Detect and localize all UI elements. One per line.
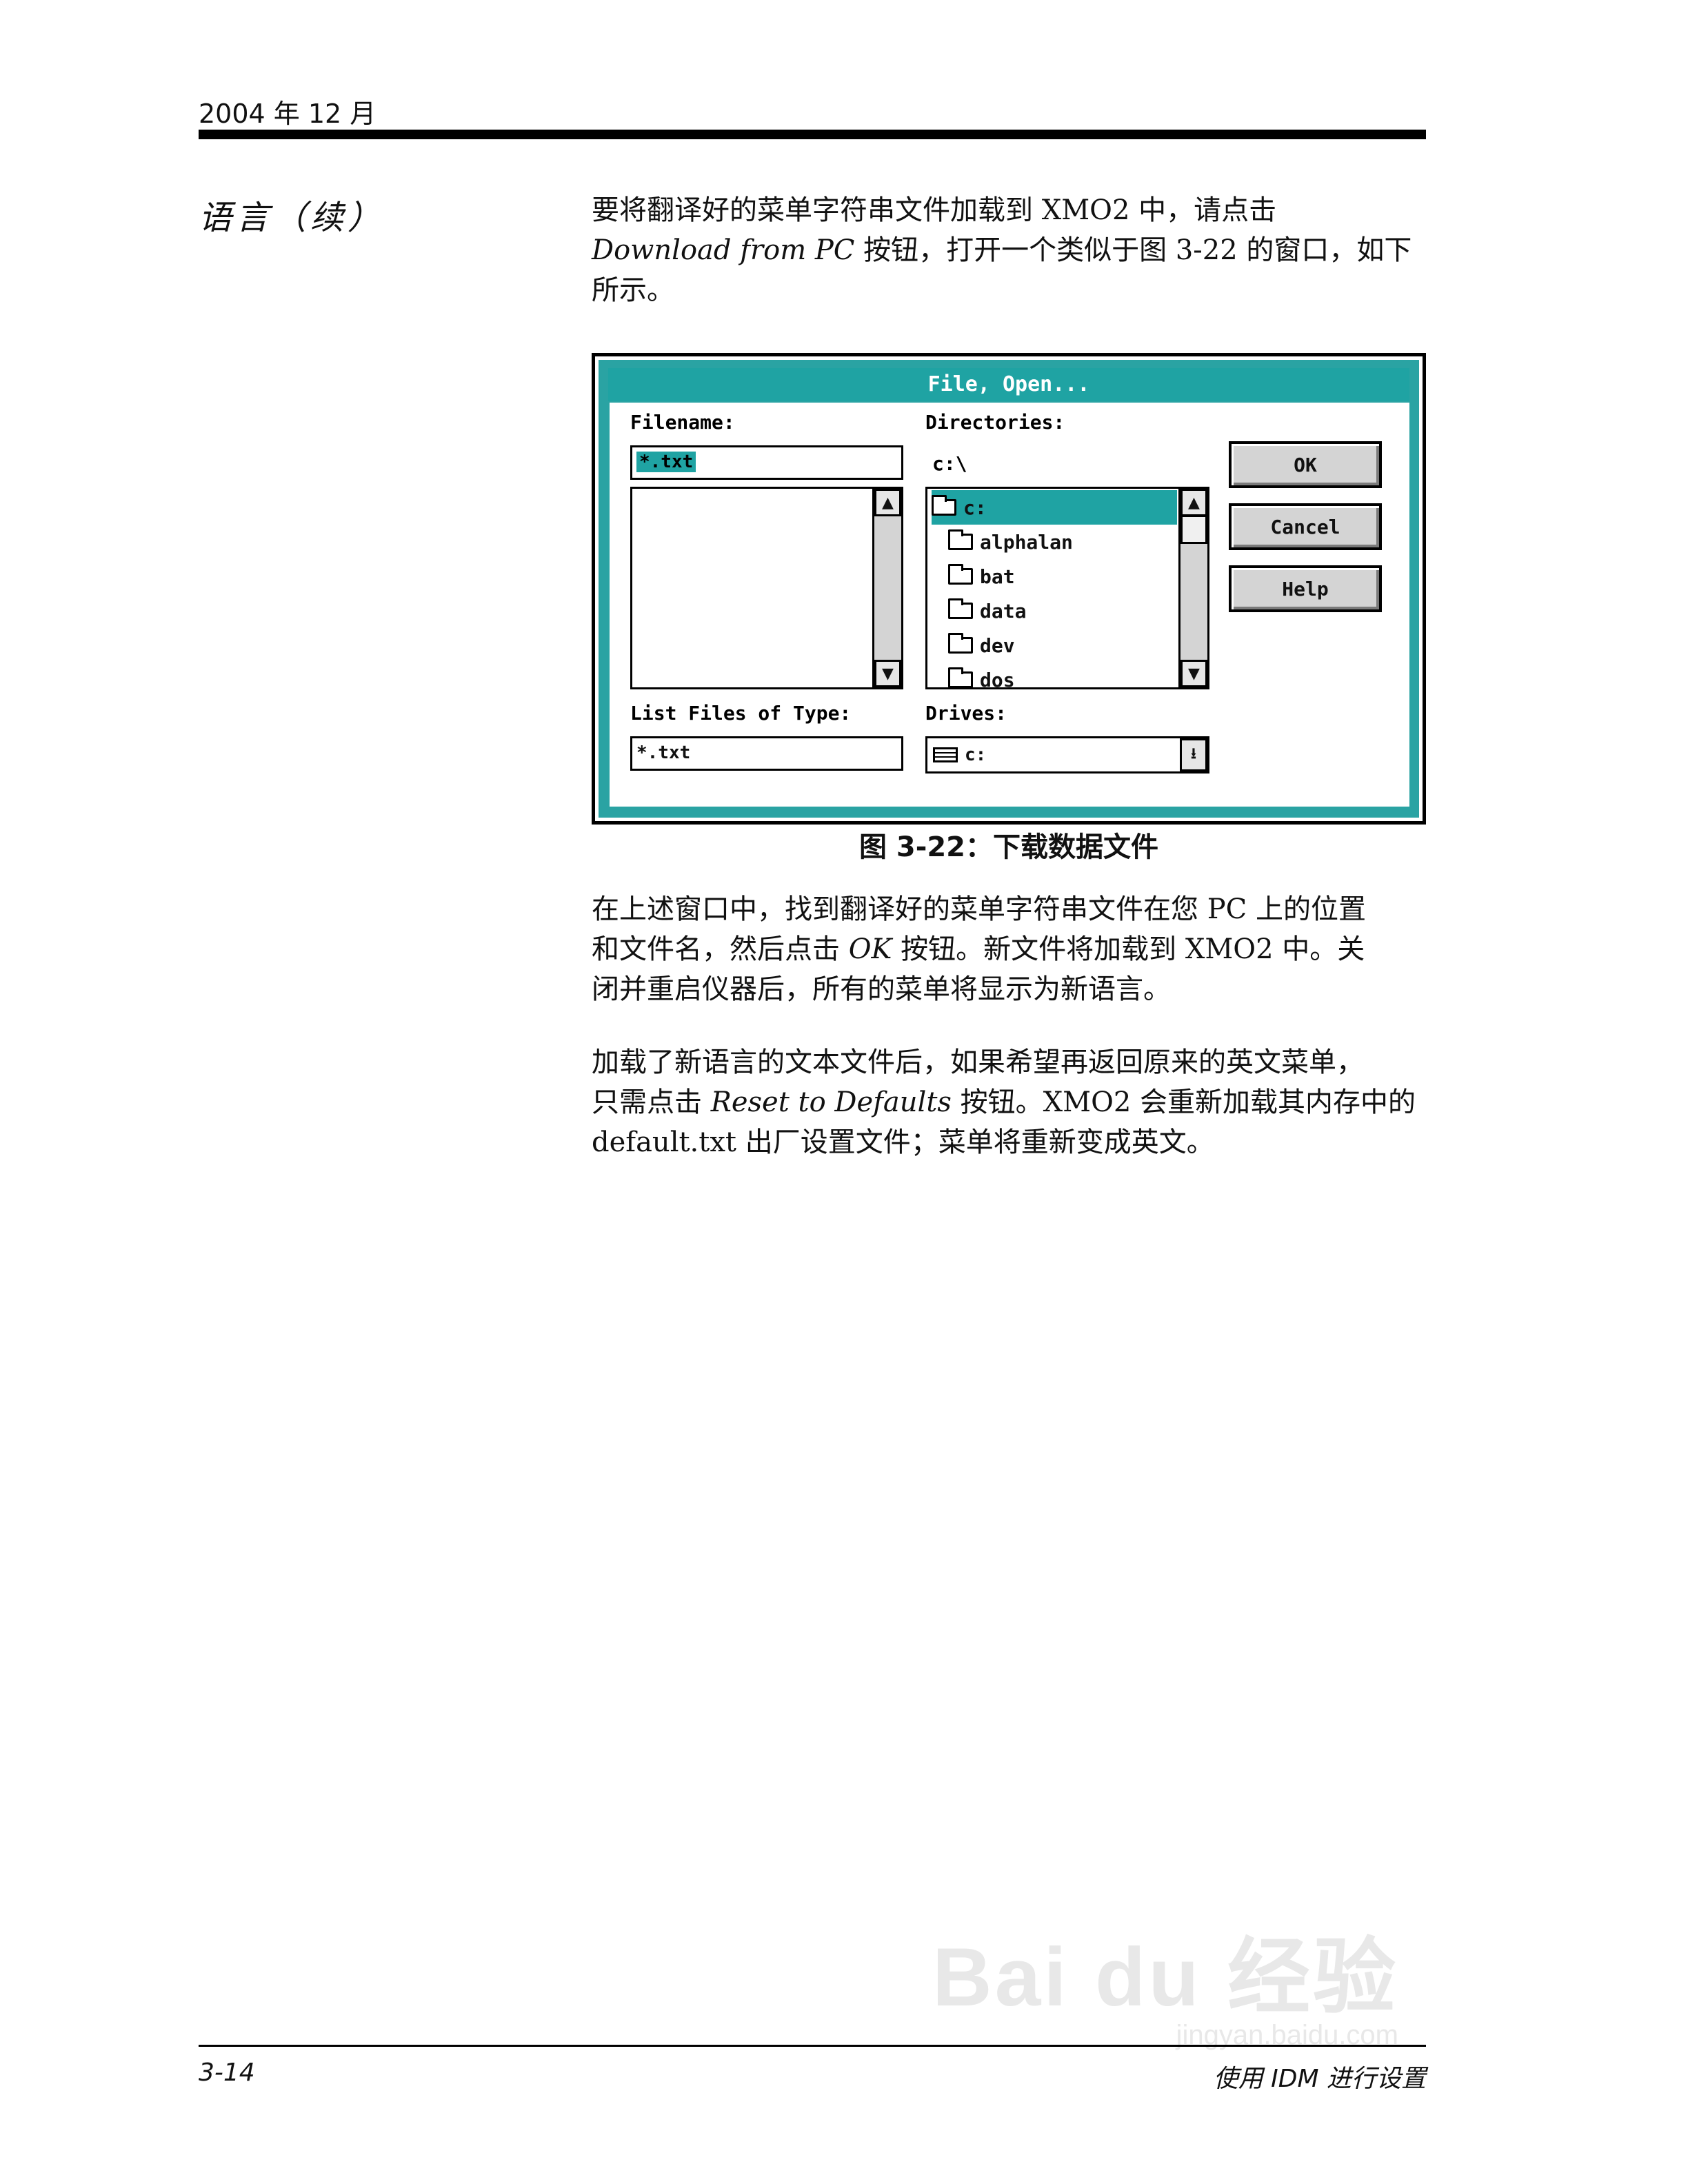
filename-label: Filename: [630,411,735,434]
paragraph-3: 加载了新语言的文本文件后，如果希望再返回原来的英文菜单， 只需点击 Reset … [592,1046,1416,1158]
footer-rule [199,2045,1426,2047]
paragraph-2: 在上述窗口中，找到翻译好的菜单字符串文件在您 PC 上的位置 和文件名，然后点击… [592,893,1366,1005]
filename-field[interactable]: *.txt [630,445,903,480]
file-list[interactable]: ▲ ▼ [630,487,903,689]
dir-item[interactable]: c: [932,490,1177,525]
list-files-type-label: List Files of Type: [630,702,852,725]
dir-item[interactable]: dos [948,663,1015,687]
drive-icon [933,747,958,762]
ok-button[interactable]: OK [1229,441,1382,488]
folder-icon [948,529,973,550]
side-heading: 语言（续） [199,199,385,237]
scroll-thumb[interactable] [1180,515,1207,544]
filename-value: *.txt [636,452,696,472]
file-type-select[interactable]: *.txt [630,736,903,771]
dir-item[interactable]: bat [948,559,1015,594]
dir-item[interactable]: data [948,594,1026,628]
drives-select[interactable]: c: ⭳ [925,736,1209,774]
drives-label: Drives: [925,702,1007,725]
header-date: 2004 年 12 月 [199,99,376,129]
dir-item[interactable]: dev [948,628,1015,663]
current-directory: c:\ [932,452,967,475]
scroll-down-icon[interactable]: ▼ [1180,660,1207,687]
cancel-button[interactable]: Cancel [1229,503,1382,550]
folder-icon [948,633,973,654]
header-rule [199,130,1426,139]
footer-section: 使用 IDM 进行设置 [1213,2065,1426,2093]
directories-label: Directories: [925,411,1065,434]
watermark-logo: Bai du 经验 [932,1931,1398,2023]
dir-item[interactable]: alphalan [948,525,1073,559]
folder-icon [948,564,973,585]
page-number: 3-14 [199,2059,255,2087]
scroll-down-icon[interactable]: ▼ [874,660,901,687]
directory-list[interactable]: c: alphalan bat data dev dos ▲ ▼ [925,487,1209,689]
file-list-scrollbar[interactable]: ▲ ▼ [872,489,901,687]
directory-scrollbar[interactable]: ▲ ▼ [1178,489,1207,687]
dialog-title: File, Open... [608,368,1409,401]
help-button[interactable]: Help [1229,565,1382,612]
folder-icon [948,667,973,687]
scroll-up-icon[interactable]: ▲ [1180,489,1207,516]
dropdown-arrow-icon[interactable]: ⭳ [1180,738,1207,771]
figure-caption: 图 3-22：下载数据文件 [858,831,1159,863]
folder-icon [948,598,973,619]
intro-paragraph: 要将翻译好的菜单字符串文件加载到 XMO2 中，请点击 Download fro… [592,194,1412,306]
scroll-up-icon[interactable]: ▲ [874,489,901,516]
open-folder-icon [932,495,956,516]
